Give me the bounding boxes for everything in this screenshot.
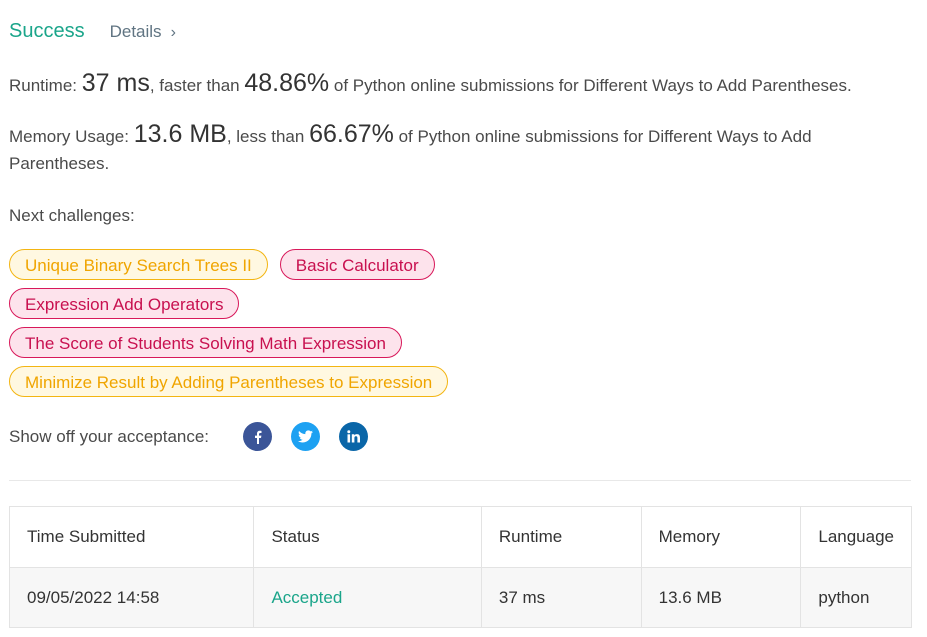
runtime-comparison: , faster than: [149, 76, 240, 95]
linkedin-icon[interactable]: [339, 422, 369, 451]
social-buttons: [243, 422, 387, 451]
memory-suffix: of Python online submissions for Differe…: [9, 127, 812, 173]
cell-runtime: 37 ms: [480, 567, 642, 628]
memory-stat: Memory Usage: 13.6 MB, less than 66.67% …: [9, 121, 879, 177]
chip-row: Expression Add Operators: [9, 288, 889, 319]
cell-language: python: [800, 567, 912, 628]
challenge-chip-minimize-result[interactable]: Minimize Result by Adding Parentheses to…: [9, 366, 449, 397]
share-label: Show off your acceptance:: [9, 426, 210, 446]
submissions-table: Time Submitted Status Runtime Memory Lan…: [8, 506, 912, 628]
next-challenges-list: Unique Binary Search Trees II Basic Calc…: [9, 249, 889, 405]
column-header-memory: Memory: [640, 506, 802, 568]
runtime-label: Runtime:: [9, 76, 78, 95]
runtime-suffix: of Python online submissions for Differe…: [333, 76, 852, 95]
column-header-time-submitted: Time Submitted: [8, 506, 255, 568]
chip-row: Unique Binary Search Trees II Basic Calc…: [9, 249, 889, 280]
twitter-icon[interactable]: [291, 422, 321, 451]
memory-label: Memory Usage:: [9, 127, 129, 146]
challenge-chip-unique-binary-search-trees-ii[interactable]: Unique Binary Search Trees II: [9, 249, 268, 280]
chip-row: Minimize Result by Adding Parentheses to…: [9, 366, 889, 397]
table-row[interactable]: 09/05/2022 14:58 Accepted 37 ms 13.6 MB …: [8, 567, 912, 628]
facebook-icon[interactable]: [243, 422, 273, 451]
share-section: Show off your acceptance:: [9, 422, 387, 451]
column-header-status: Status: [253, 506, 482, 568]
memory-value: 13.6 MB: [133, 120, 227, 148]
result-header: Success Details ›: [9, 20, 176, 46]
runtime-stat: Runtime: 37 ms, faster than 48.86% of Py…: [9, 70, 909, 99]
challenge-chip-score-of-students[interactable]: The Score of Students Solving Math Expre…: [9, 327, 402, 358]
challenge-chip-basic-calculator[interactable]: Basic Calculator: [279, 249, 435, 280]
chevron-right-icon: ›: [170, 24, 176, 41]
runtime-percent: 48.86%: [244, 69, 330, 97]
memory-comparison: , less than: [226, 127, 305, 146]
cell-status-accepted[interactable]: Accepted: [253, 567, 482, 628]
challenge-chip-expression-add-operators[interactable]: Expression Add Operators: [9, 288, 240, 319]
cell-time-submitted: 09/05/2022 14:58: [8, 567, 255, 628]
section-divider: [9, 480, 911, 481]
column-header-runtime: Runtime: [480, 506, 642, 568]
chip-row: The Score of Students Solving Math Expre…: [9, 327, 889, 358]
next-challenges-label: Next challenges:: [9, 206, 135, 225]
column-header-language: Language: [800, 506, 912, 568]
submission-result-page: Success Details › Runtime: 37 ms, faster…: [0, 0, 927, 637]
cell-memory: 13.6 MB: [640, 567, 802, 628]
table-header-row: Time Submitted Status Runtime Memory Lan…: [8, 506, 912, 568]
details-label: Details: [109, 22, 162, 41]
details-link[interactable]: Details ›: [110, 22, 176, 42]
status-success: Success: [9, 20, 85, 42]
memory-percent: 66.67%: [309, 120, 394, 148]
runtime-value: 37 ms: [81, 69, 150, 97]
